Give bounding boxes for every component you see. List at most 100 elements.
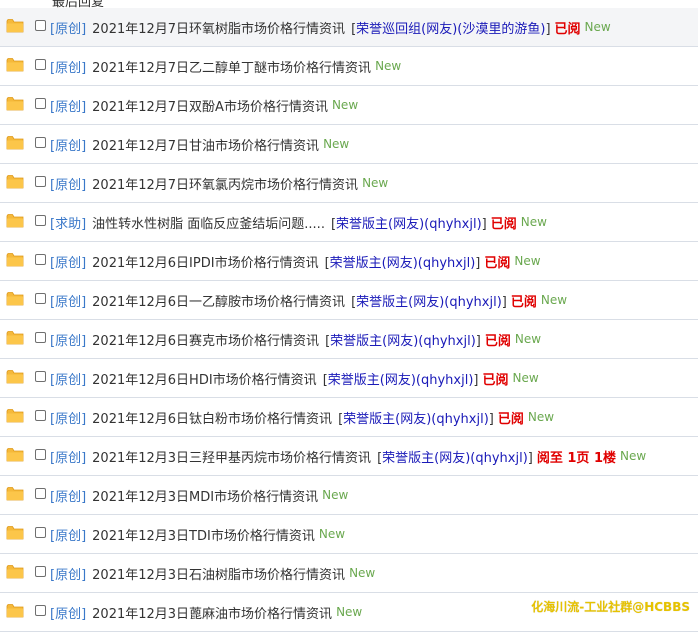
- new-badge: New: [514, 254, 541, 268]
- new-badge: New: [336, 605, 363, 619]
- thread-category-link[interactable]: [原创]: [50, 447, 86, 466]
- last-reply-user-name[interactable]: 荣誉版主(网友)(qhyhxjl): [336, 217, 482, 232]
- thread-category-link[interactable]: [原创]: [50, 291, 86, 310]
- select-checkbox[interactable]: [35, 59, 46, 70]
- select-checkbox[interactable]: [35, 527, 46, 538]
- table-row: [原创] 2021年12月7日环氧树脂市场价格行情资讯 [荣誉巡回组(网友)(沙漠里…: [0, 8, 698, 47]
- thread-category-link[interactable]: [原创]: [50, 486, 86, 505]
- thread-title-link[interactable]: 2021年12月6日钛白粉市场价格行情资讯: [92, 408, 332, 427]
- select-checkbox[interactable]: [35, 371, 46, 382]
- thread-category-link[interactable]: [原创]: [50, 57, 86, 76]
- thread-category-link[interactable]: [原创]: [50, 174, 86, 193]
- folder-icon: [6, 96, 24, 111]
- new-badge: New: [331, 98, 359, 112]
- bracket-close: ]: [527, 450, 533, 466]
- bracket-close: ]: [545, 21, 551, 37]
- thread-category-link[interactable]: [原创]: [50, 135, 86, 154]
- thread-category-link[interactable]: [原创]: [50, 408, 86, 427]
- thread-title-link[interactable]: 2021年12月6日一乙醇胺市场价格行情资讯: [92, 291, 345, 310]
- thread-title-link[interactable]: 2021年12月7日双酚A市场价格行情资讯: [92, 96, 328, 115]
- table-row: [原创] 2021年12月6日一乙醇胺市场价格行情资讯 [荣誉版主(网友)(qhyh…: [0, 281, 698, 320]
- last-reply-user[interactable]: [荣誉版主(网友)(qhyhxjl)]: [323, 369, 479, 388]
- last-reply-user[interactable]: [荣誉版主(网友)(qhyhxjl)]: [325, 252, 481, 271]
- thread-title-link[interactable]: 2021年12月6日赛克市场价格行情资讯: [92, 330, 319, 349]
- select-checkbox[interactable]: [35, 176, 46, 187]
- bracket-close: ]: [475, 255, 481, 271]
- new-badge: New: [584, 20, 611, 34]
- thread-title-link[interactable]: 2021年12月6日IPDI市场价格行情资讯: [92, 252, 318, 271]
- select-checkbox[interactable]: [35, 137, 46, 148]
- last-reply-user[interactable]: [荣誉版主(网友)(qhyhxjl)]: [331, 213, 487, 232]
- thread-title-link[interactable]: 油性转水性树脂 面临反应釜结垢问题.....: [92, 213, 325, 232]
- thread-title-link[interactable]: 2021年12月7日甘油市场价格行情资讯: [92, 135, 319, 154]
- select-checkbox[interactable]: [35, 566, 46, 577]
- thread-category-link[interactable]: [原创]: [50, 564, 86, 583]
- site-watermark: 化海川流-工业社群@HCBBS: [531, 600, 690, 614]
- thread-category-link[interactable]: [原创]: [50, 96, 86, 115]
- folder-icon: [6, 135, 24, 150]
- folder-icon: [6, 525, 24, 540]
- table-row: [原创] 2021年12月7日双酚A市场价格行情资讯 New: [0, 86, 698, 125]
- folder-icon: [6, 603, 24, 618]
- thread-category-link[interactable]: [原创]: [50, 18, 86, 37]
- thread-title-link[interactable]: 2021年12月3日蓖麻油市场价格行情资讯: [92, 603, 332, 622]
- last-reply-user[interactable]: [荣誉版主(网友)(qhyhxjl)]: [325, 330, 481, 349]
- table-row: [原创] 2021年12月7日乙二醇单丁醚市场价格行情资讯 New: [0, 47, 698, 86]
- last-reply-user-name[interactable]: 荣誉版主(网友)(qhyhxjl): [330, 334, 476, 349]
- folder-icon: [6, 291, 24, 306]
- table-row: [原创] 2021年12月6日钛白粉市场价格行情资讯 [荣誉版主(网友)(qhyhx…: [0, 398, 698, 437]
- select-checkbox[interactable]: [35, 293, 46, 304]
- thread-title-link[interactable]: 2021年12月3日MDI市场价格行情资讯: [92, 486, 318, 505]
- select-checkbox[interactable]: [35, 215, 46, 226]
- thread-title-link[interactable]: 2021年12月7日环氧树脂市场价格行情资讯: [92, 18, 345, 37]
- select-checkbox[interactable]: [35, 20, 46, 31]
- table-row: [求助] 油性转水性树脂 面临反应釜结垢问题..... [荣誉版主(网友)(qhyh…: [0, 203, 698, 242]
- read-status-badge: 已阅: [510, 294, 537, 310]
- thread-title-link[interactable]: 2021年12月7日乙二醇单丁醚市场价格行情资讯: [92, 57, 371, 76]
- last-reply-user-name[interactable]: 荣誉版主(网友)(qhyhxjl): [330, 256, 476, 271]
- thread-title-link[interactable]: 2021年12月3日TDI市场价格行情资讯: [92, 525, 315, 544]
- last-reply-user-name[interactable]: 荣誉版主(网友)(qhyhxjl): [382, 451, 528, 466]
- folder-icon: [6, 57, 24, 72]
- select-checkbox[interactable]: [35, 254, 46, 265]
- folder-icon: [6, 330, 24, 345]
- folder-icon: [6, 486, 24, 501]
- thread-category-link[interactable]: [原创]: [50, 603, 86, 622]
- select-checkbox[interactable]: [35, 488, 46, 499]
- thread-title-link[interactable]: 2021年12月3日石油树脂市场价格行情资讯: [92, 564, 345, 583]
- read-status-badge: 已阅: [497, 411, 524, 427]
- new-badge: New: [514, 332, 542, 346]
- thread-title-link[interactable]: 2021年12月3日三羟甲基丙烷市场价格行情资讯: [92, 447, 371, 466]
- select-checkbox[interactable]: [35, 332, 46, 343]
- new-badge: New: [323, 137, 350, 151]
- thread-category-link[interactable]: [求助]: [50, 213, 86, 232]
- select-checkbox[interactable]: [35, 98, 46, 109]
- select-checkbox[interactable]: [35, 410, 46, 421]
- last-reply-user-name[interactable]: 荣誉巡回组(网友)(沙漠里的游鱼): [356, 22, 545, 37]
- thread-category-link[interactable]: [原创]: [50, 525, 86, 544]
- folder-icon: [6, 564, 24, 579]
- thread-title-link[interactable]: 2021年12月7日环氧氯丙烷市场价格行情资讯: [92, 174, 358, 193]
- read-status-badge: 已阅: [482, 372, 509, 388]
- last-reply-user-name[interactable]: 荣誉版主(网友)(qhyhxjl): [343, 412, 489, 427]
- select-checkbox[interactable]: [35, 449, 46, 460]
- last-reply-user[interactable]: [荣誉版主(网友)(qhyhxjl)]: [338, 408, 494, 427]
- last-reply-user[interactable]: [荣誉巡回组(网友)(沙漠里的游鱼)]: [351, 18, 550, 37]
- table-row: [原创] 2021年12月6日IPDI市场价格行情资讯 [荣誉版主(网友)(qhyh…: [0, 242, 698, 281]
- thread-title-link[interactable]: 2021年12月6日HDI市场价格行情资讯: [92, 369, 317, 388]
- header-fragment-text: 最后回复: [52, 0, 105, 8]
- last-reply-user[interactable]: [荣誉版主(网友)(qhyhxjl)]: [351, 291, 507, 310]
- select-checkbox[interactable]: [35, 605, 46, 616]
- last-reply-user-name[interactable]: 荣誉版主(网友)(qhyhxjl): [356, 295, 502, 310]
- thread-category-link[interactable]: [原创]: [50, 330, 86, 349]
- thread-category-link[interactable]: [原创]: [50, 252, 86, 271]
- last-reply-user-name[interactable]: 荣誉版主(网友)(qhyhxjl): [328, 373, 474, 388]
- last-reply-user[interactable]: [荣誉版主(网友)(qhyhxjl)]: [377, 447, 533, 466]
- folder-icon: [6, 408, 24, 423]
- read-status-badge: 已阅: [484, 255, 511, 271]
- thread-category-link[interactable]: [原创]: [50, 369, 86, 388]
- folder-icon: [6, 174, 24, 189]
- new-badge: New: [318, 527, 346, 541]
- bracket-close: ]: [488, 411, 494, 427]
- new-badge: New: [349, 566, 376, 580]
